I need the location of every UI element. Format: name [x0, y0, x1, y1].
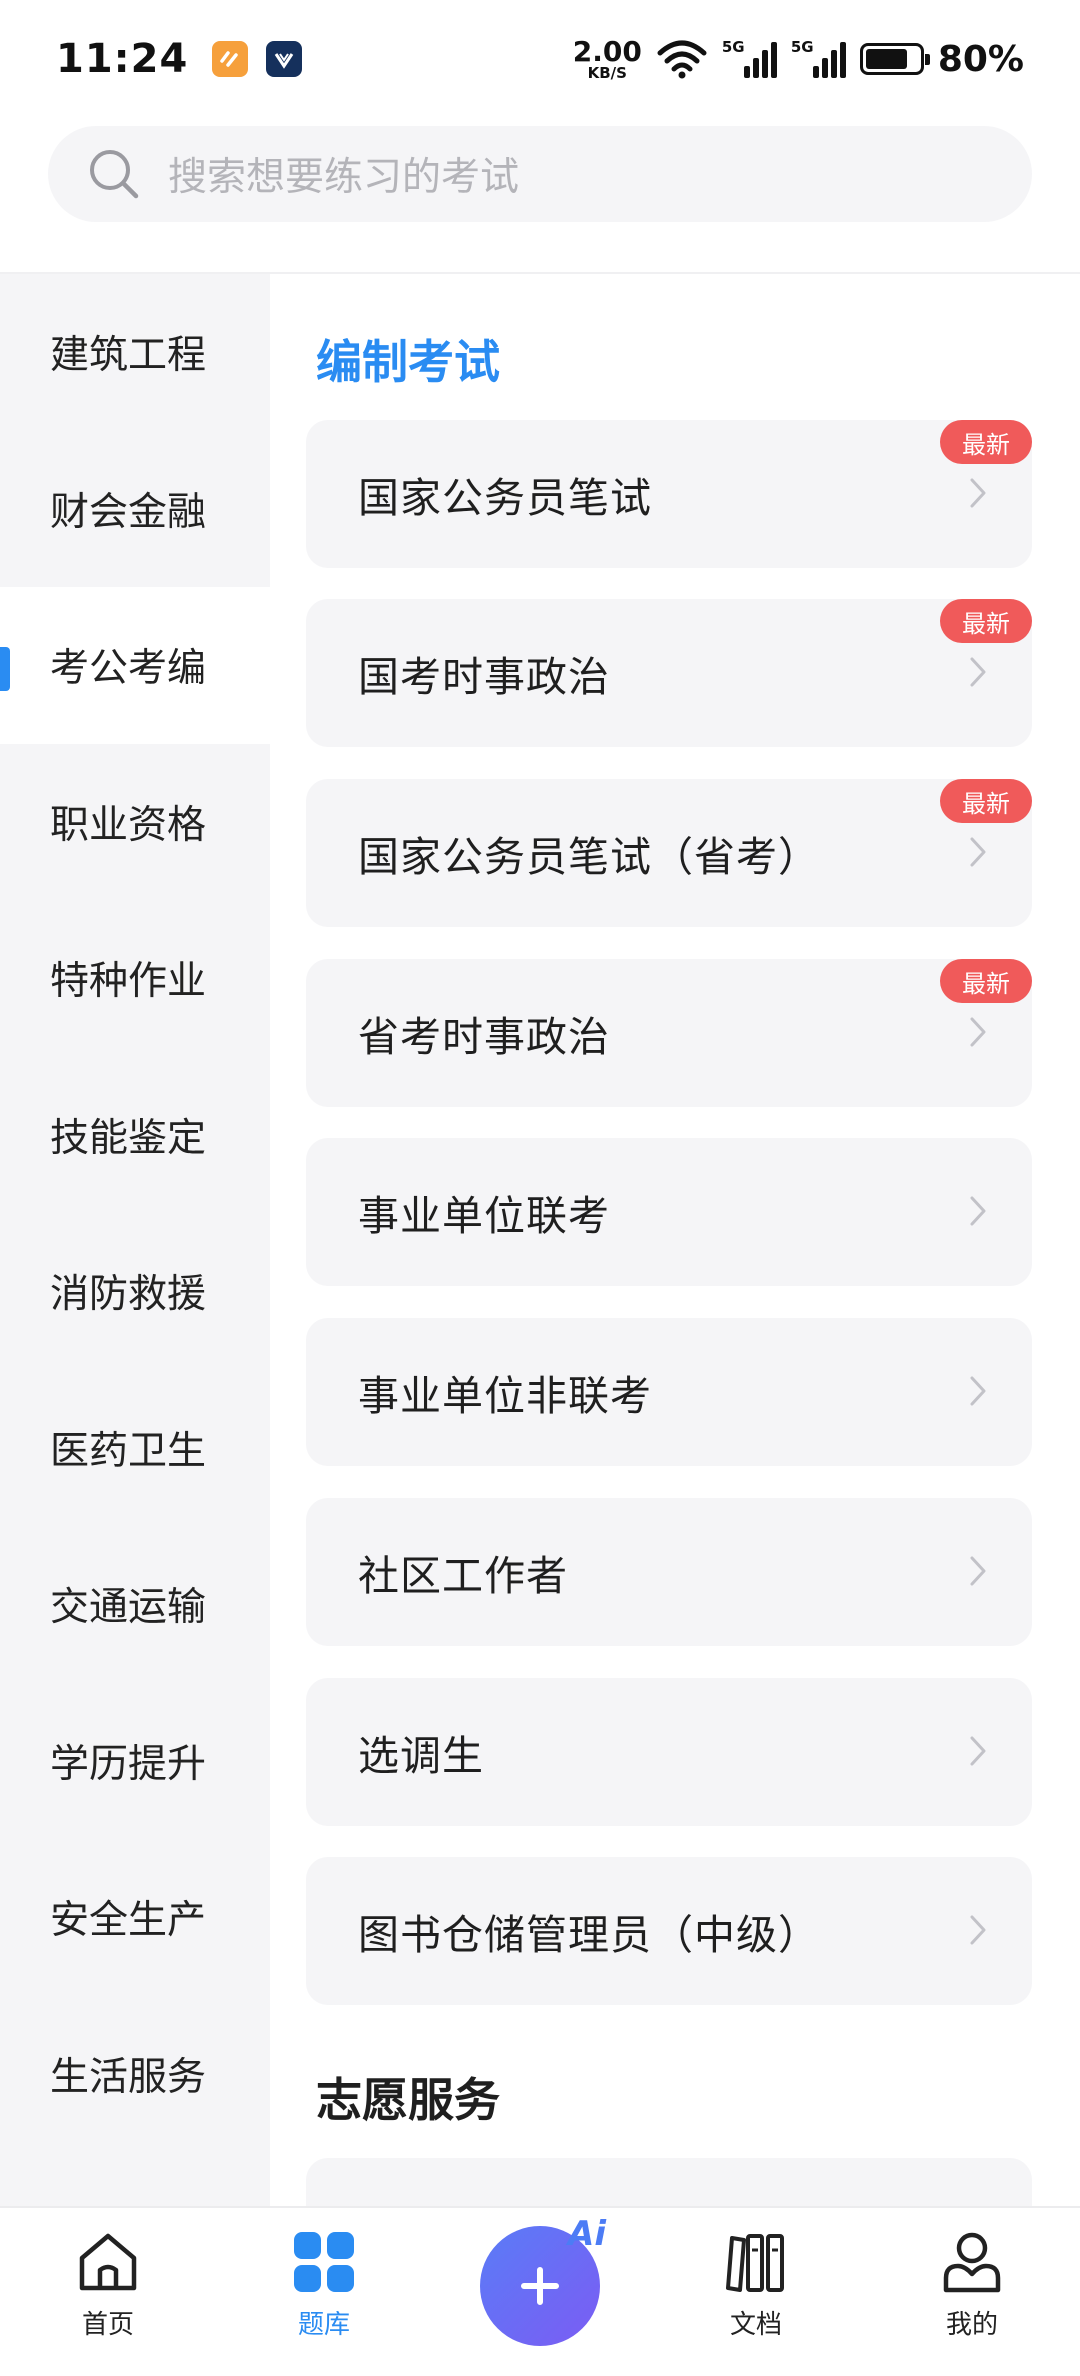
exam-card-label: 图书仓储管理员（中级） — [358, 1911, 820, 1959]
documents-icon — [726, 2234, 784, 2292]
sidebar-item-label: 财会金融 — [50, 489, 207, 535]
plus-icon — [521, 2267, 559, 2305]
exam-card[interactable]: 社区工作者 — [306, 1498, 1032, 1646]
sidebar-item-label: 考公考编 — [50, 646, 207, 692]
sidebar-item-label: 技能鉴定 — [50, 1115, 207, 1161]
exam-card-label: 国考时事政治 — [358, 653, 610, 701]
exam-card[interactable]: 省考时事政治 最新 — [306, 959, 1032, 1107]
ai-add-button[interactable]: Ai — [480, 2214, 606, 2346]
wifi-icon — [657, 40, 707, 79]
sidebar-item-skill-appraisal[interactable]: 技能鉴定 — [0, 1057, 270, 1214]
new-badge: 最新 — [940, 420, 1032, 464]
sidebar-item-label: 生活服务 — [50, 2054, 207, 2100]
nav-docs-label: 文档 — [729, 2310, 782, 2340]
search-placeholder: 搜索想要练习的考试 — [168, 155, 520, 200]
sidebar-item-label: 建筑工程 — [50, 333, 207, 379]
chevron-right-icon — [970, 1556, 986, 1586]
sidebar-item-label: 安全生产 — [50, 1898, 207, 1944]
sidebar-item-construction[interactable]: 建筑工程 — [0, 274, 270, 431]
section-title: 编制考试 — [316, 335, 500, 389]
signal-icon: 5G — [721, 38, 777, 78]
app-root: 11:24 2.00 KB/S 5G 5G 80% 搜索想要练习的考试 建筑工程… — [0, 0, 1080, 2376]
grid-icon — [294, 2232, 354, 2292]
chevron-right-icon — [970, 1017, 986, 1047]
nav-question-bank-label: 题库 — [297, 2310, 350, 2340]
sidebar-item-label: 特种作业 — [50, 959, 207, 1005]
new-badge: 最新 — [940, 779, 1032, 823]
battery-percent: 80% — [937, 38, 1024, 80]
sidebar-item-civil-service[interactable]: 考公考编 — [0, 587, 270, 744]
nav-mine[interactable]: 我的 — [892, 2228, 1052, 2341]
sidebar-item-label: 学历提升 — [50, 1741, 207, 1787]
sidebar-item-label: 医药卫生 — [50, 1428, 207, 1474]
nav-home-label: 首页 — [81, 2310, 134, 2340]
chevron-right-icon — [970, 1736, 986, 1766]
exam-card-label: 国家公务员笔试（省考） — [358, 833, 820, 881]
exam-card-label: 省考时事政治 — [358, 1013, 610, 1061]
chevron-right-icon — [970, 1376, 986, 1406]
sidebar-item-label: 职业资格 — [50, 802, 207, 848]
section-title: 志愿服务 — [316, 2073, 500, 2127]
battery-icon — [859, 43, 930, 75]
nav-home[interactable]: 首页 — [28, 2228, 188, 2341]
sidebar-item-finance[interactable]: 财会金融 — [0, 431, 270, 588]
exam-card-label: 事业单位联考 — [358, 1192, 610, 1240]
chevron-right-icon — [970, 1196, 986, 1226]
exam-card[interactable]: 事业单位非联考 — [306, 1318, 1032, 1466]
nav-question-bank[interactable]: 题库 — [244, 2228, 404, 2341]
net-speed-unit: KB/S — [587, 63, 627, 82]
nav-mine-label: 我的 — [945, 2310, 998, 2340]
sidebar-item-medical[interactable]: 医药卫生 — [0, 1370, 270, 1527]
exam-card[interactable]: 选调生 — [306, 1678, 1032, 1826]
sidebar-item-label: 消防救援 — [50, 1272, 207, 1318]
exam-card[interactable]: 国家公务员笔试 最新 — [306, 420, 1032, 568]
exam-list: 编制考试 国家公务员笔试 最新 国考时事政治 最新 国家公务员笔试（省考） 最新… — [270, 274, 1080, 2206]
exam-card-label: 社区工作者 — [358, 1552, 568, 1600]
new-badge: 最新 — [940, 599, 1032, 643]
sidebar-item-life-services[interactable]: 生活服务 — [0, 1996, 270, 2153]
notification-app-icon-2 — [266, 41, 303, 77]
exam-card-label: 国家公务员笔试 — [358, 474, 652, 522]
sidebar-item-education[interactable]: 学历提升 — [0, 1683, 270, 1840]
signal-1-label: 5G — [721, 38, 745, 56]
sidebar-item-safety-production[interactable]: 安全生产 — [0, 1839, 270, 1996]
exam-card[interactable]: 国家公务员笔试（省考） 最新 — [306, 779, 1032, 927]
exam-card-partial[interactable] — [306, 2158, 1032, 2206]
search-input[interactable]: 搜索想要练习的考试 — [48, 126, 1032, 222]
exam-card[interactable]: 图书仓储管理员（中级） — [306, 1857, 1032, 2005]
exam-card-label: 选调生 — [358, 1732, 484, 1780]
ai-icon: Ai — [568, 2214, 606, 2254]
user-icon — [943, 2232, 1001, 2293]
notification-app-icon — [212, 41, 249, 77]
chevron-right-icon — [970, 1915, 986, 1945]
status-right: 2.00 KB/S 5G 5G 80% — [572, 34, 1024, 82]
sidebar-item-professional-qualification[interactable]: 职业资格 — [0, 744, 270, 901]
category-sidebar: 建筑工程 财会金融 考公考编 职业资格 特种作业 技能鉴定 消防救援 医药卫生 … — [0, 274, 270, 2206]
sidebar-item-fire-rescue[interactable]: 消防救援 — [0, 1213, 270, 1370]
bottom-nav: 首页 题库 Ai 文档 我的 — [0, 2206, 1080, 2376]
home-icon — [79, 2233, 137, 2291]
search-icon — [90, 150, 139, 199]
sidebar-item-label: 交通运输 — [50, 1585, 207, 1631]
exam-card[interactable]: 国考时事政治 最新 — [306, 599, 1032, 747]
status-bar: 11:24 2.00 KB/S 5G 5G 80% — [0, 0, 1080, 118]
exam-card[interactable]: 事业单位联考 — [306, 1138, 1032, 1286]
chevron-right-icon — [970, 837, 986, 867]
status-time: 11:24 — [56, 36, 189, 82]
net-speed-value: 2.00 — [572, 34, 642, 68]
chevron-right-icon — [970, 478, 986, 508]
new-badge: 最新 — [940, 959, 1032, 1003]
net-speed: 2.00 KB/S — [572, 34, 642, 82]
signal-icon-2: 5G — [790, 38, 846, 78]
sidebar-item-special-operations[interactable]: 特种作业 — [0, 900, 270, 1057]
nav-docs[interactable]: 文档 — [676, 2228, 836, 2341]
sidebar-item-transport[interactable]: 交通运输 — [0, 1526, 270, 1683]
chevron-right-icon — [970, 657, 986, 687]
exam-card-label: 事业单位非联考 — [358, 1372, 652, 1420]
signal-2-label: 5G — [790, 38, 814, 56]
